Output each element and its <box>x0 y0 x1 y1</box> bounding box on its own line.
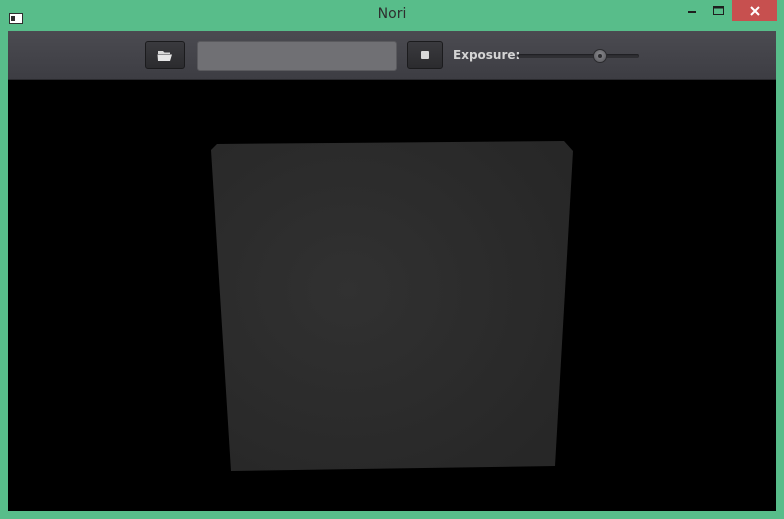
app-window: Nori Exposure: <box>0 0 784 519</box>
open-file-button[interactable] <box>145 41 185 69</box>
rendered-image <box>211 141 573 471</box>
exposure-slider[interactable] <box>518 49 639 63</box>
minimize-button[interactable] <box>680 0 704 21</box>
maximize-button[interactable] <box>706 0 730 21</box>
render-view[interactable] <box>8 80 776 511</box>
stop-icon <box>421 51 429 59</box>
exposure-label: Exposure: <box>453 48 521 62</box>
client-area: Exposure: <box>8 31 776 511</box>
minimize-icon <box>688 10 696 13</box>
stop-button[interactable] <box>407 41 443 69</box>
close-button[interactable] <box>732 0 777 21</box>
window-title: Nori <box>377 6 407 22</box>
rendered-surface <box>211 141 573 471</box>
exposure-slider-knob[interactable] <box>593 49 608 63</box>
folder-open-icon <box>157 50 172 61</box>
title-bar[interactable]: Nori <box>0 0 784 30</box>
toolbar: Exposure: <box>8 31 776 80</box>
close-icon <box>749 5 760 16</box>
filename-field[interactable] <box>197 41 397 71</box>
exposure-slider-track[interactable] <box>518 54 639 58</box>
maximize-icon <box>712 5 724 15</box>
